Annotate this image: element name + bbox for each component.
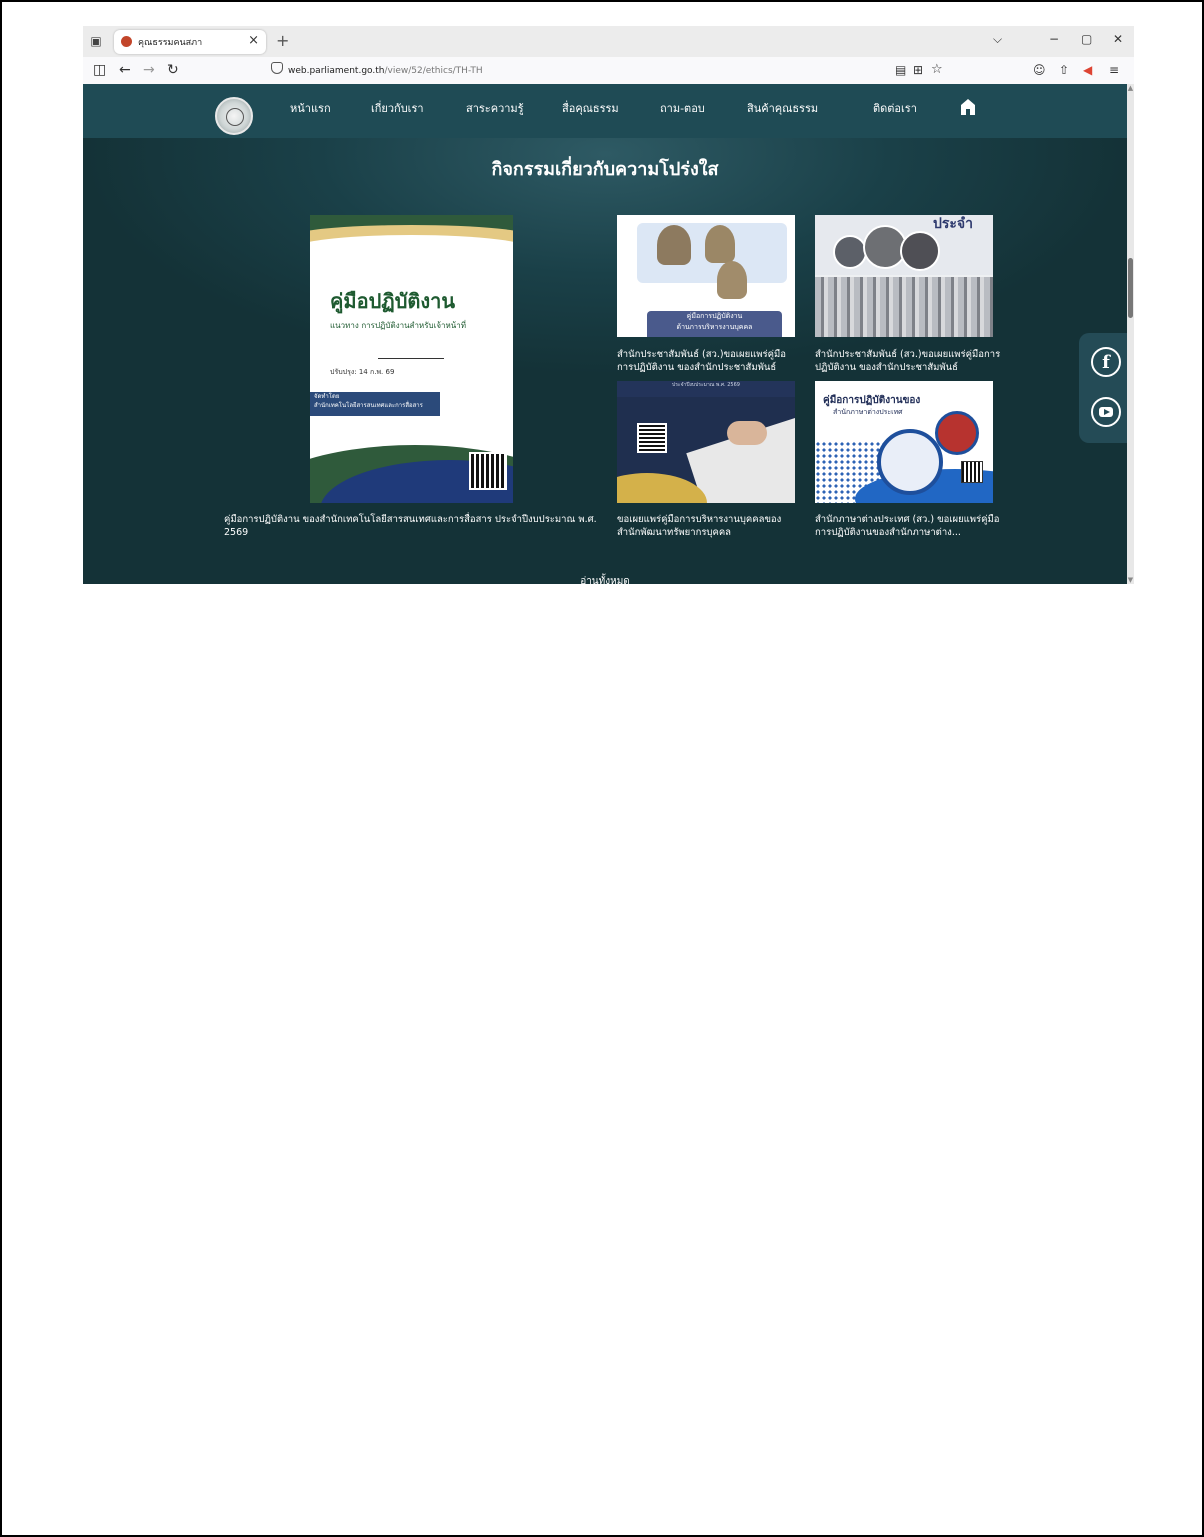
tab-title: คุณธรรมคนสภา (138, 38, 203, 48)
reload-icon[interactable]: ↻ (167, 62, 179, 78)
close-window-button[interactable]: ✕ (1113, 32, 1123, 46)
illustration-person-3 (717, 261, 747, 299)
thumb-title: คู่มือการปฏิบัติงานของ (823, 395, 921, 406)
thumb-heading: ประจำ (933, 216, 973, 232)
social-sidebar: f (1079, 333, 1127, 443)
thumb-label-box: คู่มือการปฏิบัติงาน ด้านการบริหารงานบุคค… (647, 311, 782, 337)
nav-ethics-media[interactable]: สื่อคุณธรรม (562, 99, 619, 117)
minimize-button[interactable]: − (1049, 32, 1059, 46)
card-caption-4[interactable]: สำนักภาษาต่างประเทศ (สว.) ขอเผยแพร่คู่มื… (815, 513, 1001, 539)
nav-ethics-products[interactable]: สินค้าคุณธรรม (747, 99, 818, 117)
illustration-person-circle (877, 429, 943, 495)
nav-contact[interactable]: ติดต่อเรา (873, 99, 917, 117)
card-thumbnail-3[interactable]: ประจำปีงบประมาณ พ.ศ. 2569 (617, 381, 795, 503)
thumb-label-line-2: ด้านการบริหารงานบุคคล (676, 323, 753, 331)
qr-code-image (469, 452, 507, 490)
illustration-person-1 (657, 225, 691, 265)
site-navbar: หน้าแรก เกี่ยวกับเรา สาระความรู้ สื่อคุณ… (83, 84, 1127, 138)
bookmark-star-icon[interactable]: ☆ (931, 62, 943, 78)
nav-about[interactable]: เกี่ยวกับเรา (371, 99, 424, 117)
facebook-icon[interactable]: f (1091, 347, 1121, 377)
account-avatar-icon[interactable]: ☺ (1033, 62, 1046, 78)
thumb-header-box: ประจำปีงบประมาณ พ.ศ. 2569 (617, 381, 795, 397)
scroll-down-icon[interactable]: ▼ (1127, 576, 1134, 584)
scrollbar-thumb[interactable] (1128, 258, 1133, 318)
active-tab[interactable]: คุณธรรมคนสภา × (114, 30, 266, 54)
nav-faq[interactable]: ถาม-ตอบ (660, 99, 705, 117)
featured-thumb-subtitle: แนวทาง การปฏิบัติงานสำหรับเจ้าหน้าที่ (330, 321, 466, 330)
page-scrollbar[interactable]: ▲ ▼ (1127, 84, 1134, 584)
card-thumbnail-2[interactable]: ประจำ (815, 215, 993, 337)
featured-card-thumbnail[interactable]: คู่มือปฏิบัติงาน แนวทาง การปฏิบัติงานสำห… (310, 215, 513, 503)
card-thumbnail-4[interactable]: คู่มือการปฏิบัติงานของ สำนักภาษาต่างประเ… (815, 381, 993, 503)
menu-icon[interactable]: ≡ (1109, 62, 1119, 78)
thumb-label-line-1: คู่มือการปฏิบัติงาน (686, 312, 743, 320)
card-caption-3[interactable]: ขอเผยแพร่คู่มือการบริหารงานบุคคลของสำนัก… (617, 513, 801, 539)
nav-knowledge[interactable]: สาระความรู้ (466, 99, 524, 117)
tab-strip: ▣ คุณธรรมคนสภา × + ⌵ − ▢ ✕ (83, 26, 1134, 57)
tab-list-icon[interactable]: ▣ (89, 34, 103, 48)
qr-code-image (637, 423, 667, 453)
restore-button[interactable]: ▢ (1081, 32, 1092, 46)
read-all-link[interactable]: อ่านทั้งหมด (83, 574, 1127, 584)
featured-thumb-date: ปรับปรุง: 14 ก.พ. 69 (330, 368, 395, 376)
browser-window: ▣ คุณธรรมคนสภา × + ⌵ − ▢ ✕ ◫ ← → ↻ web.p… (83, 26, 1134, 584)
back-icon[interactable]: ← (119, 62, 131, 78)
thumb-divider (378, 358, 444, 359)
sidebar-toggle-icon[interactable]: ◫ (93, 62, 106, 78)
browser-toolbar: ◫ ← → ↻ web.parliament.go.th/view/52/eth… (83, 57, 1134, 85)
hand-illustration (727, 421, 767, 445)
group-photo (815, 277, 993, 337)
extensions-icon[interactable]: ⇧ (1059, 62, 1069, 78)
photo-circle-1 (833, 235, 867, 269)
featured-thumb-org-label: จัดทำโดย (314, 393, 340, 400)
youtube-icon[interactable] (1091, 397, 1121, 427)
pocket-icon[interactable]: ⊞ (913, 62, 923, 78)
scroll-up-icon[interactable]: ▲ (1127, 84, 1134, 92)
reader-view-icon[interactable]: ▤ (895, 62, 906, 78)
notification-icon[interactable]: ◀ (1083, 62, 1092, 78)
thumb-subtitle: สำนักภาษาต่างประเทศ (833, 408, 903, 416)
featured-thumb-org: สำนักเทคโนโลยีสารสนเทศและการสื่อสาร (314, 402, 423, 409)
nav-home[interactable]: หน้าแรก (290, 99, 331, 117)
screenshot-frame: ▣ คุณธรรมคนสภา × + ⌵ − ▢ ✕ ◫ ← → ↻ web.p… (0, 0, 1204, 1537)
featured-thumb-org-box: จัดทำโดย สำนักเทคโนโลยีสารสนเทศและการสื่… (310, 392, 440, 416)
flags-circle (935, 411, 979, 455)
forward-icon[interactable]: → (143, 62, 155, 78)
thumb-decor-cap (310, 235, 513, 265)
card-caption-2[interactable]: สำนักประชาสัมพันธ์ (สว.)ขอเผยแพร่คู่มือก… (815, 348, 1001, 374)
page-content: หน้าแรก เกี่ยวกับเรา สาระความรู้ สื่อคุณ… (83, 84, 1127, 584)
site-favicon-icon (121, 36, 132, 47)
url-path: /view/52/ethics/TH-TH (384, 66, 483, 76)
photo-circle-3 (900, 231, 940, 271)
qr-code-image (961, 461, 983, 483)
illustration-person-2 (705, 225, 735, 263)
tab-dropdown-icon[interactable]: ⌵ (993, 32, 1002, 47)
home-icon[interactable] (960, 98, 976, 116)
section-title: กิจกรรมเกี่ยวกับความโปร่งใส (491, 159, 719, 180)
card-thumbnail-1[interactable]: คู่มือการปฏิบัติงาน ด้านการบริหารงานบุคค… (617, 215, 795, 337)
featured-card-caption[interactable]: คู่มือการปฏิบัติงาน ของสำนักเทคโนโลยีสาร… (224, 513, 609, 539)
thumb-header-text: ประจำปีงบประมาณ พ.ศ. 2569 (672, 382, 740, 388)
featured-thumb-title: คู่มือปฏิบัติงาน (330, 289, 456, 313)
tab-close-icon[interactable]: × (248, 33, 259, 48)
parliament-logo[interactable] (215, 97, 253, 135)
address-bar[interactable]: web.parliament.go.th/view/52/ethics/TH-T… (263, 61, 953, 81)
new-tab-button[interactable]: + (276, 31, 289, 50)
tracking-shield-icon[interactable] (271, 62, 283, 74)
card-caption-1[interactable]: สำนักประชาสัมพันธ์ (สว.)ขอเผยแพร่คู่มือก… (617, 348, 801, 374)
url-domain: web.parliament.go.th (288, 66, 385, 76)
